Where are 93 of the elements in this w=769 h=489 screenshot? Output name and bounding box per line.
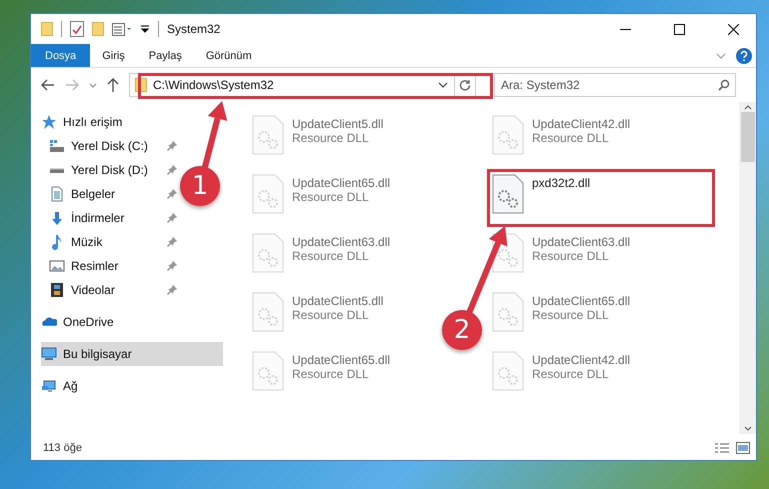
ribbon-tab[interactable]: Görünüm <box>194 44 264 67</box>
scroll-down-icon[interactable] <box>744 426 752 431</box>
gear-file-icon <box>492 115 524 155</box>
file-item[interactable]: UpdateClient65.dll Resource DLL <box>247 169 396 227</box>
scroll-up-icon[interactable] <box>744 105 752 110</box>
sidebar-item[interactable]: Bu bilgisayar <box>41 342 223 366</box>
item-count: 113 öğe <box>43 442 82 454</box>
picture-icon <box>49 260 65 272</box>
gear-file-icon <box>252 115 284 155</box>
sidebar-item[interactable]: Ağ <box>41 374 179 398</box>
file-type: Resource DLL <box>532 367 610 381</box>
refresh-icon <box>459 79 471 91</box>
gear-file-icon <box>252 292 284 332</box>
sidebar-item[interactable]: Yerel Disk (D:) <box>41 158 179 182</box>
dropdown-icon[interactable] <box>140 25 150 33</box>
file-type: Resource DLL <box>292 367 370 381</box>
ribbon-tab[interactable]: Dosya <box>31 44 90 67</box>
file-item[interactable]: UpdateClient5.dll Resource DLL <box>247 110 388 168</box>
file-name: UpdateClient5.dll <box>292 294 384 308</box>
file-type: Resource DLL <box>292 308 370 322</box>
music-note-icon <box>52 234 62 250</box>
pin-icon[interactable] <box>167 189 177 199</box>
pin-icon[interactable] <box>167 285 177 295</box>
monitor-icon <box>41 347 57 361</box>
file-type: Resource DLL <box>292 190 370 204</box>
large-icons-view-icon[interactable] <box>736 442 750 454</box>
file-name: UpdateClient65.dll <box>532 294 630 308</box>
sidebar-item[interactable]: Belgeler <box>41 182 179 206</box>
network-icon <box>41 380 57 392</box>
ribbon-tab[interactable]: Paylaş <box>136 44 194 67</box>
file-name: pxd32t2.dll <box>532 176 590 190</box>
sidebar-item[interactable]: Yerel Disk (C:) <box>41 134 179 158</box>
star-icon <box>41 114 57 130</box>
search-icon[interactable] <box>718 79 730 91</box>
sidebar-item[interactable]: İndirmeler <box>41 206 179 230</box>
address-bar[interactable]: C:\Windows\System32 <box>129 73 476 97</box>
sidebar-item[interactable]: Resimler <box>41 254 179 278</box>
up-arrow-icon[interactable] <box>107 78 119 92</box>
sidebar-item[interactable]: OneDrive <box>41 310 179 334</box>
back-arrow-icon[interactable] <box>41 79 55 91</box>
drive-icon <box>50 168 64 172</box>
gear-file-icon <box>492 351 524 391</box>
gear-file-icon <box>252 351 284 391</box>
file-name: UpdateClient42.dll <box>532 353 630 367</box>
gear-file-icon <box>492 292 524 332</box>
file-item[interactable]: UpdateClient42.dll Resource DLL <box>487 110 636 168</box>
chevron-down-icon[interactable] <box>438 82 448 88</box>
properties-icon[interactable] <box>70 21 84 37</box>
download-arrow-icon <box>51 212 63 224</box>
sidebar-item[interactable]: Müzik <box>41 230 179 254</box>
file-type: Resource DLL <box>532 308 610 322</box>
file-item[interactable]: pxd32t2.dll <box>487 169 715 227</box>
gear-file-icon <box>252 233 284 273</box>
file-item[interactable]: UpdateClient63.dll Resource DLL <box>247 228 396 286</box>
file-type: Resource DLL <box>532 131 610 145</box>
details-view-icon[interactable] <box>714 443 730 453</box>
file-item[interactable]: UpdateClient5.dll Resource DLL <box>247 287 388 345</box>
pin-icon[interactable] <box>167 165 177 175</box>
file-type: Resource DLL <box>532 249 610 263</box>
window-title: System32 <box>167 22 220 36</box>
close-icon <box>728 24 738 34</box>
search-field[interactable]: Ara: System32 <box>494 73 736 97</box>
film-icon <box>51 283 63 297</box>
drive-icon <box>50 140 64 152</box>
file-name: UpdateClient65.dll <box>292 176 390 190</box>
ribbon-tab[interactable]: Giriş <box>90 44 137 67</box>
file-item[interactable]: UpdateClient42.dll Resource DLL <box>487 346 636 404</box>
pin-icon[interactable] <box>167 261 177 271</box>
file-name: UpdateClient63.dll <box>292 235 390 249</box>
sidebar-item[interactable]: Videolar <box>41 278 179 302</box>
scrollbar[interactable] <box>739 102 756 434</box>
file-name: UpdateClient42.dll <box>532 117 630 131</box>
gear-file-icon <box>252 174 284 214</box>
file-type: Resource DLL <box>292 249 370 263</box>
file-name: UpdateClient5.dll <box>292 117 384 131</box>
file-type: Resource DLL <box>292 131 370 145</box>
file-name: UpdateClient63.dll <box>532 235 630 249</box>
sidebar-item[interactable]: Hızlı erişim <box>41 110 179 134</box>
file-name: UpdateClient65.dll <box>292 353 390 367</box>
minimize-icon <box>620 28 630 30</box>
help-icon[interactable] <box>736 48 752 64</box>
file-item[interactable]: UpdateClient65.dll Resource DLL <box>247 346 396 404</box>
pin-icon[interactable] <box>167 237 177 247</box>
pin-icon[interactable] <box>167 213 177 223</box>
gear-file-icon <box>492 174 524 214</box>
file-item[interactable]: UpdateClient65.dll Resource DLL <box>487 287 636 345</box>
cloud-icon <box>42 317 56 327</box>
view-options-icon[interactable] <box>112 22 132 36</box>
maximize-icon <box>674 24 684 34</box>
document-icon <box>51 186 63 202</box>
address-path: C:\Windows\System32 <box>153 78 275 92</box>
scrollbar-thumb[interactable] <box>740 112 754 162</box>
pin-icon[interactable] <box>167 141 177 151</box>
